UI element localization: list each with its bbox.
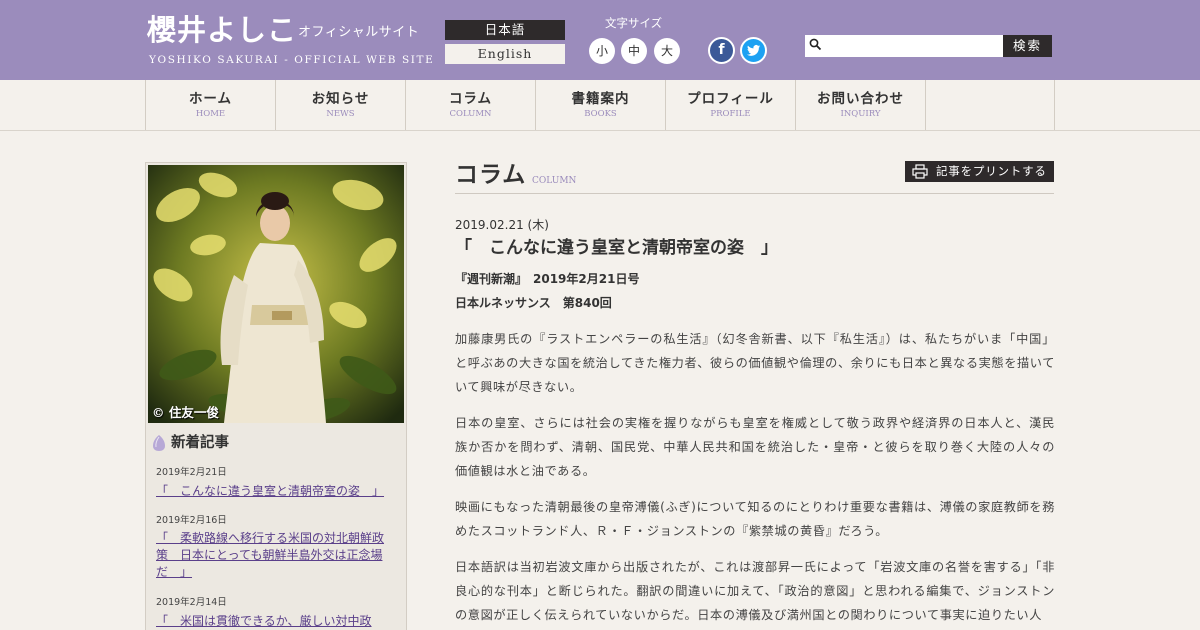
article-source: 『週刊新潮』 2019年2月21日号 (455, 272, 640, 286)
nav-item-label: 書籍案内 (571, 91, 630, 107)
profile-photo-image (148, 165, 404, 423)
nav-item-profile[interactable]: プロフィール PROFILE (665, 80, 795, 130)
news-heading-text: 新着記事 (171, 434, 229, 451)
nav-item-sublabel: HOME (195, 109, 226, 119)
nav-item-label: ホーム (188, 91, 233, 107)
news-link-line[interactable]: 「 こんなに違う皇室と清朝帝室の姿 」 (156, 483, 388, 500)
nav-item-sublabel: INQUIRY (840, 109, 881, 119)
nav-item-label: プロフィール (687, 91, 774, 107)
search-icon (809, 38, 822, 51)
title-divider (455, 193, 1054, 194)
site-logo-subtitle: オフィシャルサイト (298, 25, 420, 40)
photo-credit: © 住友一俊 (152, 405, 219, 420)
nav-item-sublabel: NEWS (326, 109, 355, 119)
nav-item-inquiry[interactable]: お問い合わせ INQUIRY (795, 80, 925, 130)
article-paragraph: 日本語訳は当初岩波文庫から出版されたが、これは渡部昇一氏によって「岩波文庫の名誉… (455, 560, 1055, 622)
nav-item-label: お知らせ (311, 91, 370, 107)
article-paragraph: 加藤康男氏の『ラストエンペラーの私生活』（幻冬舎新書、以下『私生活』）は、私たち… (455, 332, 1055, 394)
nav-item-home[interactable]: ホーム HOME (145, 80, 275, 130)
news-link-line[interactable]: 「 米国は貫徹できるか、厳しい対中政 (156, 613, 388, 630)
print-button-label: 記事をプリントする (936, 164, 1047, 178)
nav-item-empty (925, 80, 1055, 130)
site-header: 櫻井よしこ オフィシャルサイト YOSHIKO SAKURAI - OFFICI… (0, 0, 1200, 80)
article-paragraph: 映画にもなった清朝最後の皇帝溥儀(ふぎ)について知るのにとりわけ重要な書籍は、溥… (455, 500, 1055, 538)
news-date: 2019年2月21日 (156, 467, 227, 478)
lang-english-button[interactable]: English (445, 44, 565, 64)
nav-item-column[interactable]: コラム COLUMN (405, 80, 535, 130)
nav-item-books[interactable]: 書籍案内 BOOKS (535, 80, 665, 130)
global-nav: ホーム HOME お知らせ NEWS コラム COLUMN 書籍案内 BOOKS… (0, 80, 1200, 131)
page-title: コラム (455, 161, 527, 188)
profile-photo: © 住友一俊 (148, 165, 404, 423)
article-paragraph: 日本の皇室、さらには社会の実権を握りながらも皇室を権威として敬う政界や経済界の日… (455, 416, 1055, 478)
font-size-large-button[interactable]: 大 (654, 38, 680, 64)
nav-item-news[interactable]: お知らせ NEWS (275, 80, 405, 130)
nav-item-sublabel: BOOKS (584, 109, 617, 119)
purple-drop-icon (153, 435, 165, 451)
nav-item-sublabel: COLUMN (449, 109, 492, 119)
news-link-line[interactable]: 「 柔軟路線へ移行する米国の対北朝鮮政 (156, 530, 388, 547)
font-size-small-button[interactable]: 小 (589, 38, 615, 64)
page-title-english: COLUMN (532, 176, 577, 186)
lang-japanese-button[interactable]: 日本語 (445, 20, 565, 40)
site-logo-english: YOSHIKO SAKURAI - OFFICIAL WEB SITE (149, 54, 435, 66)
printer-icon (912, 164, 928, 179)
article-date: 2019.02.21 (木) (455, 218, 549, 232)
font-size-label: 文字サイズ (605, 16, 663, 30)
nav-item-sublabel: PROFILE (710, 109, 751, 119)
facebook-icon[interactable]: f (708, 37, 735, 64)
site-logo[interactable]: 櫻井よしこ (147, 12, 297, 48)
news-link[interactable]: 「 柔軟路線へ移行する米国の対北朝鮮政 策 日本にとっても朝鮮半島外交は正念場 … (156, 530, 388, 581)
news-link-line[interactable]: 策 日本にとっても朝鮮半島外交は正念場 (156, 547, 388, 564)
font-size-medium-button[interactable]: 中 (621, 38, 647, 64)
twitter-bird-icon (746, 44, 761, 56)
nav-item-label: コラム (448, 91, 493, 107)
nav-item-label: お問い合わせ (817, 91, 904, 107)
news-link[interactable]: 「 米国は貫徹できるか、厳しい対中政 (156, 613, 388, 630)
news-date: 2019年2月14日 (156, 597, 227, 608)
news-link[interactable]: 「 こんなに違う皇室と清朝帝室の姿 」 (156, 483, 388, 500)
search-input[interactable] (825, 37, 1000, 55)
sidebar: © 住友一俊 新着記事 2019年2月21日 「 こんなに違う皇室と清朝帝室の姿… (145, 162, 407, 630)
twitter-icon[interactable] (740, 37, 767, 64)
news-link-line[interactable]: だ 」 (156, 564, 388, 581)
search-button[interactable]: 検索 (1003, 35, 1052, 57)
article-series: 日本ルネッサンス 第840回 (455, 296, 612, 310)
article-title: 「 こんなに違う皇室と清朝帝室の姿 」 (455, 238, 778, 258)
news-date: 2019年2月16日 (156, 515, 227, 526)
print-button[interactable]: 記事をプリントする (905, 161, 1054, 182)
